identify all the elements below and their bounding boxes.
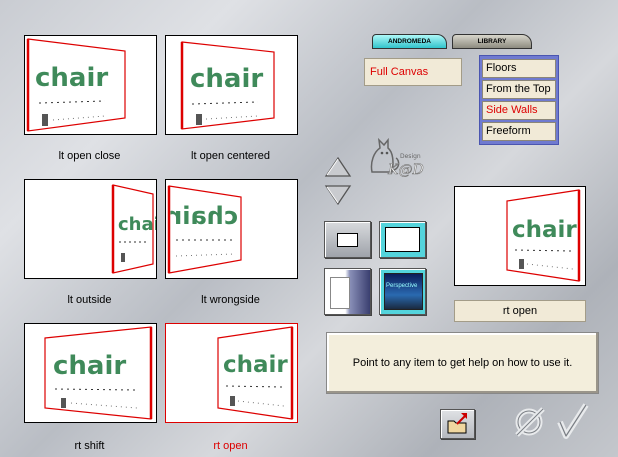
kad-logo: Design K@D [366,134,438,182]
mode-item-from-the-top[interactable]: From the Top [482,80,556,99]
preset-thumb-rt-shift[interactable]: chair [24,323,157,423]
preset-thumb-lt-open-centered[interactable]: chair [165,35,298,135]
help-text: Point to any item to get help on how to … [352,357,573,369]
preset-label: lt open centered [191,150,270,162]
frame-small-button[interactable] [324,221,371,258]
thumb-word: chair [35,63,108,93]
preset-thumbnail-image: chair [111,184,156,274]
preset-thumb-lt-open-close[interactable]: chair [24,35,157,135]
frame-small-icon [337,233,358,247]
preset-thumb-lt-wrongside[interactable]: chair [165,179,298,279]
preset-thumbnail-image: chair [180,41,275,130]
arrow-down-icon[interactable] [324,184,352,209]
preview-label-field: rt open [454,300,586,322]
preview-word: chair [512,217,577,243]
preset-thumbnail-image: chair [26,38,126,132]
canvas-mode-field[interactable]: Full Canvas [364,58,462,86]
preset-thumbnail-image: chair [217,326,294,420]
tab-andromeda[interactable]: ANDROMEDA [372,34,447,49]
tab-library[interactable]: LIBRARY [452,34,532,49]
thumb-word: chair [223,352,288,378]
mode-item-side-walls[interactable]: Side Walls [482,101,556,120]
preset-label: rt shift [74,440,105,452]
frame-large-icon [385,227,420,252]
preset-label: lt outside [67,294,112,306]
preset-label-selected: rt open [213,440,248,452]
preset-thumb-rt-open[interactable]: chair [165,323,298,423]
preview-image: chair [506,189,581,282]
open-folder-button[interactable] [440,409,475,439]
thumb-word-mirrored: chair [170,202,238,230]
thumb-word: chair [118,214,156,235]
wall-shape-icon [330,277,350,309]
check-icon[interactable] [556,402,590,443]
selected-preview: chair [454,186,586,286]
frame-large-button[interactable] [379,221,426,258]
preview-label: rt open [502,305,538,317]
mode-list: Floors From the Top Side Walls Freeform [479,55,559,145]
canvas-mode-value: Full Canvas [370,66,429,78]
preset-thumbnail-image: chair [167,185,242,274]
preset-thumbnail-image: chair [44,326,153,420]
gradient-wall-button[interactable] [324,268,371,315]
cancel-icon[interactable] [513,405,547,442]
thumb-word: chair [190,64,263,94]
preset-label: lt open close [58,150,121,162]
logo-text: K@D [387,162,424,178]
preset-label: lt wrongside [201,294,260,306]
perspective-button[interactable]: Perspective [379,268,426,315]
arrow-up-icon[interactable] [324,156,352,181]
thumb-word: chair [53,351,126,381]
perspective-label: Perspective [386,283,418,289]
help-text-box: Point to any item to get help on how to … [326,332,599,394]
cat-logo-icon: Design K@D [370,137,424,178]
mode-item-freeform[interactable]: Freeform [482,122,556,141]
logo-subtext: Design [400,153,421,160]
folder-icon [447,413,467,434]
perspective-preview-icon: Perspective [384,273,423,310]
mode-item-floors[interactable]: Floors [482,59,556,78]
preset-thumb-lt-outside[interactable]: chair [24,179,157,279]
